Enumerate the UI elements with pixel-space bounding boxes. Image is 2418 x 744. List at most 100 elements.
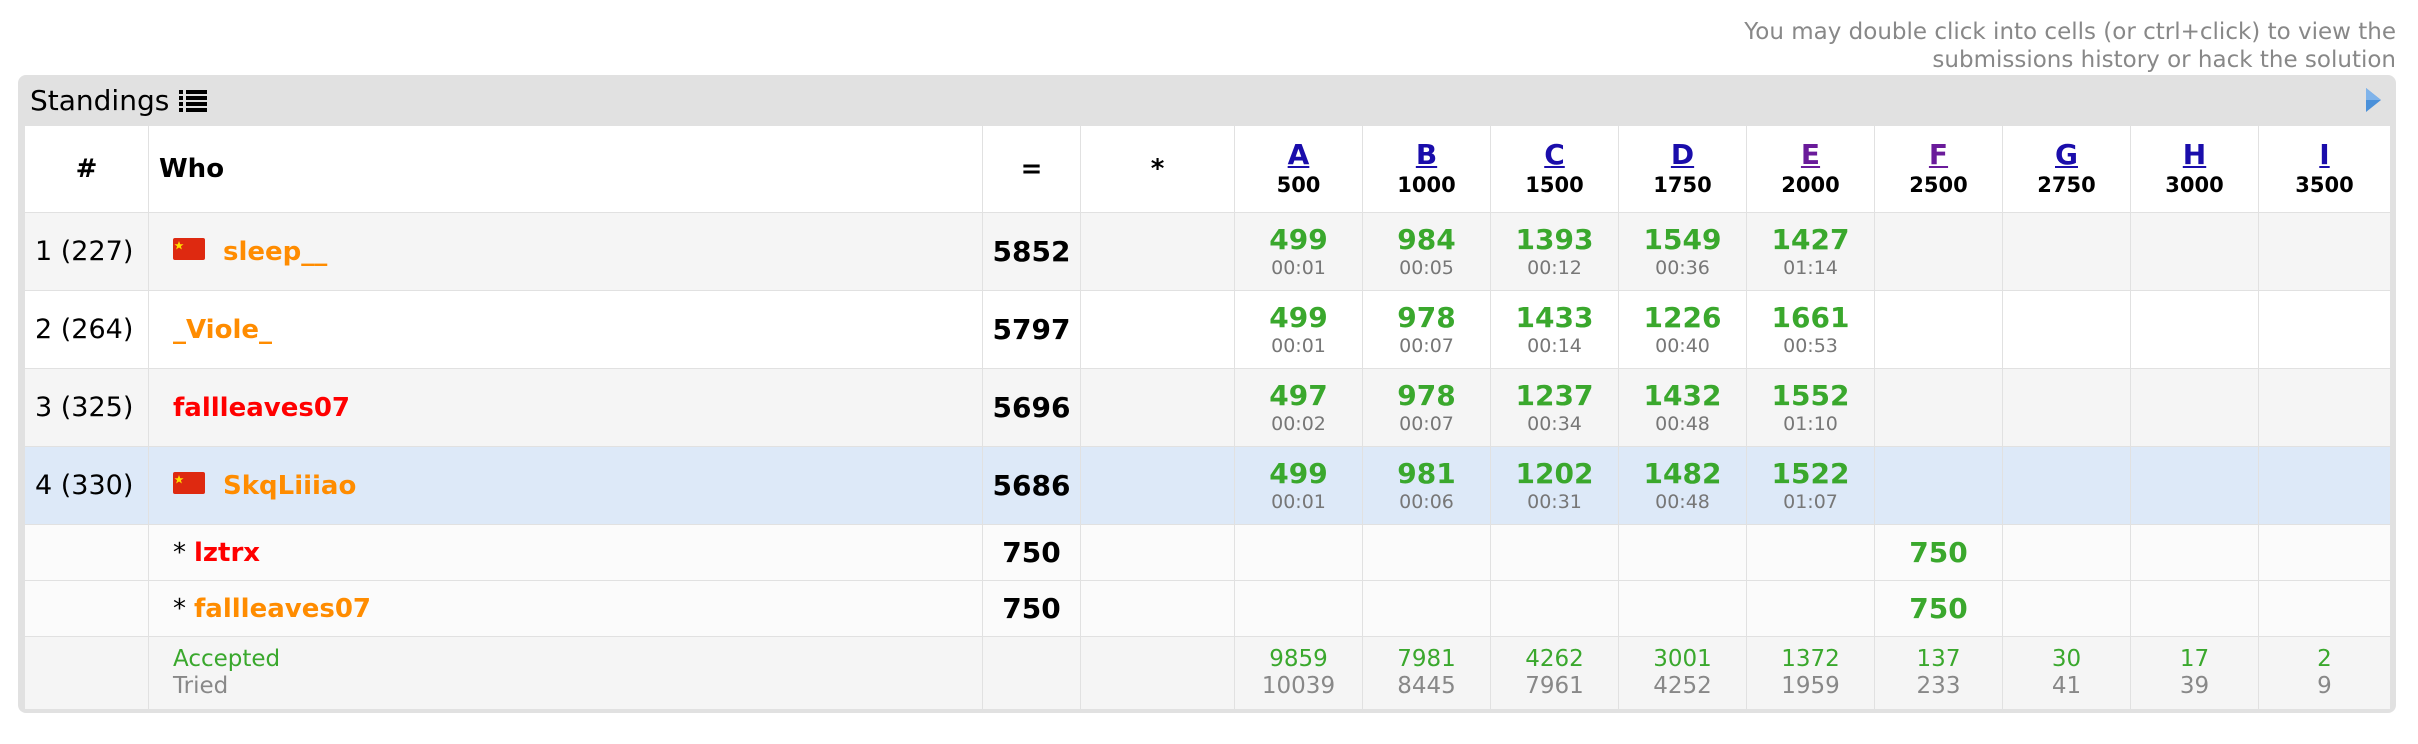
empty-result-cell[interactable] <box>1618 580 1747 637</box>
result-points: 978 <box>1397 378 1456 412</box>
rank-cell <box>24 580 149 637</box>
result-cell[interactable]: 1432 00:48 <box>1618 368 1747 447</box>
stats-cell: 9859 10039 <box>1234 636 1363 710</box>
result-points: 499 <box>1269 456 1328 490</box>
result-points: 1661 <box>1771 300 1850 334</box>
empty-result-cell[interactable] <box>2002 290 2131 369</box>
result-cell[interactable]: 1661 00:53 <box>1746 290 1875 369</box>
problem-c-header: C 1500 <box>1490 125 1619 213</box>
result-cell[interactable]: 1393 00:12 <box>1490 212 1619 291</box>
problem-d-link[interactable]: D <box>1619 139 1746 171</box>
result-points: 1522 <box>1771 456 1850 490</box>
problem-e-link[interactable]: E <box>1747 139 1874 171</box>
problem-a-link[interactable]: A <box>1235 139 1362 171</box>
empty-result-cell[interactable] <box>2258 446 2391 525</box>
who-cell: * lztrx <box>148 524 983 581</box>
empty-result-cell[interactable] <box>2130 446 2259 525</box>
result-cell[interactable]: 1482 00:48 <box>1618 446 1747 525</box>
result-cell[interactable]: 978 00:07 <box>1362 368 1491 447</box>
empty-result-cell[interactable] <box>1874 368 2003 447</box>
result-cell[interactable]: 1226 00:40 <box>1618 290 1747 369</box>
list-icon[interactable] <box>179 88 208 112</box>
hint-text: You may double click into cells (or ctrl… <box>1744 18 2396 74</box>
problem-g-link[interactable]: G <box>2003 139 2130 171</box>
empty-result-cell[interactable] <box>1746 580 1875 637</box>
result-cell[interactable]: 497 00:02 <box>1234 368 1363 447</box>
result-time: 01:14 <box>1783 256 1838 279</box>
user-handle-link[interactable]: _Viole_ <box>173 315 272 345</box>
user-handle-link[interactable]: fallleaves07 <box>173 393 350 423</box>
problem-b-link[interactable]: B <box>1363 139 1490 171</box>
tried-count: 4252 <box>1653 673 1712 699</box>
rank-cell: 2 (264) <box>24 290 149 369</box>
hint-line-2: submissions history or hack the solution <box>1932 47 2396 73</box>
result-cell[interactable]: 1552 01:10 <box>1746 368 1875 447</box>
problem-c-link[interactable]: C <box>1491 139 1618 171</box>
empty-result-cell[interactable] <box>2130 368 2259 447</box>
tried-count: 9 <box>2317 673 2332 699</box>
triangle-right-icon[interactable] <box>2364 87 2382 113</box>
problem-d-header: D 1750 <box>1618 125 1747 213</box>
result-cell[interactable]: 1549 00:36 <box>1618 212 1747 291</box>
user-handle-link[interactable]: lztrx <box>194 538 260 568</box>
result-time: 00:01 <box>1271 256 1326 279</box>
user-handle-link[interactable]: sleep__ <box>223 237 327 267</box>
result-cell[interactable]: 1522 01:07 <box>1746 446 1875 525</box>
empty-result-cell[interactable] <box>2002 446 2131 525</box>
result-cell[interactable]: 499 00:01 <box>1234 446 1363 525</box>
result-cell[interactable]: 1202 00:31 <box>1490 446 1619 525</box>
problem-h-link[interactable]: H <box>2131 139 2258 171</box>
empty-result-cell[interactable] <box>2258 368 2391 447</box>
empty-result-cell[interactable] <box>2130 580 2259 637</box>
who-header: Who <box>148 125 983 213</box>
empty-result-cell[interactable] <box>2002 212 2131 291</box>
empty-result-cell[interactable] <box>2130 290 2259 369</box>
result-points: 499 <box>1269 222 1328 256</box>
problem-f-link[interactable]: F <box>1875 139 2002 171</box>
empty-result-cell[interactable] <box>1234 524 1363 581</box>
empty-result-cell[interactable] <box>2130 524 2259 581</box>
result-cell[interactable]: 981 00:06 <box>1362 446 1491 525</box>
empty-result-cell[interactable] <box>2258 580 2391 637</box>
problem-e-header: E 2000 <box>1746 125 1875 213</box>
penalty-cell <box>1080 368 1235 447</box>
empty-result-cell[interactable] <box>1362 524 1491 581</box>
empty-result-cell[interactable] <box>1234 580 1363 637</box>
empty-result-cell[interactable] <box>2002 368 2131 447</box>
empty-result-cell[interactable] <box>2002 580 2131 637</box>
result-time: 01:10 <box>1783 412 1838 435</box>
problem-a-header: A 500 <box>1234 125 1363 213</box>
empty-result-cell[interactable] <box>2258 524 2391 581</box>
problem-g-points: 2750 <box>2037 173 2096 197</box>
empty-result-cell[interactable] <box>2002 524 2131 581</box>
empty-result-cell[interactable] <box>2258 212 2391 291</box>
result-cell[interactable]: 750 <box>1874 524 2003 581</box>
result-points: 1433 <box>1515 300 1594 334</box>
empty-result-cell[interactable] <box>1618 524 1747 581</box>
empty-result-cell[interactable] <box>1874 290 2003 369</box>
empty-result-cell[interactable] <box>1490 524 1619 581</box>
result-cell[interactable]: 499 00:01 <box>1234 212 1363 291</box>
empty-result-cell[interactable] <box>2258 290 2391 369</box>
empty-result-cell[interactable] <box>1874 212 2003 291</box>
result-points: 1202 <box>1515 456 1594 490</box>
user-handle-link[interactable]: fallleaves07 <box>194 594 371 624</box>
empty-result-cell[interactable] <box>1490 580 1619 637</box>
tried-count: 7961 <box>1525 673 1584 699</box>
result-cell[interactable]: 1427 01:14 <box>1746 212 1875 291</box>
result-points: 1393 <box>1515 222 1594 256</box>
empty-result-cell[interactable] <box>1874 446 2003 525</box>
user-handle-link[interactable]: SkqLiiiao <box>223 471 356 501</box>
empty-result-cell[interactable] <box>1746 524 1875 581</box>
result-cell[interactable]: 750 <box>1874 580 2003 637</box>
problem-i-link[interactable]: I <box>2259 139 2390 171</box>
result-cell[interactable]: 984 00:05 <box>1362 212 1491 291</box>
result-cell[interactable]: 499 00:01 <box>1234 290 1363 369</box>
result-cell[interactable]: 1433 00:14 <box>1490 290 1619 369</box>
empty-result-cell[interactable] <box>2130 212 2259 291</box>
problem-g-header: G 2750 <box>2002 125 2131 213</box>
empty-result-cell[interactable] <box>1362 580 1491 637</box>
result-time: 00:07 <box>1399 334 1454 357</box>
result-cell[interactable]: 1237 00:34 <box>1490 368 1619 447</box>
result-cell[interactable]: 978 00:07 <box>1362 290 1491 369</box>
